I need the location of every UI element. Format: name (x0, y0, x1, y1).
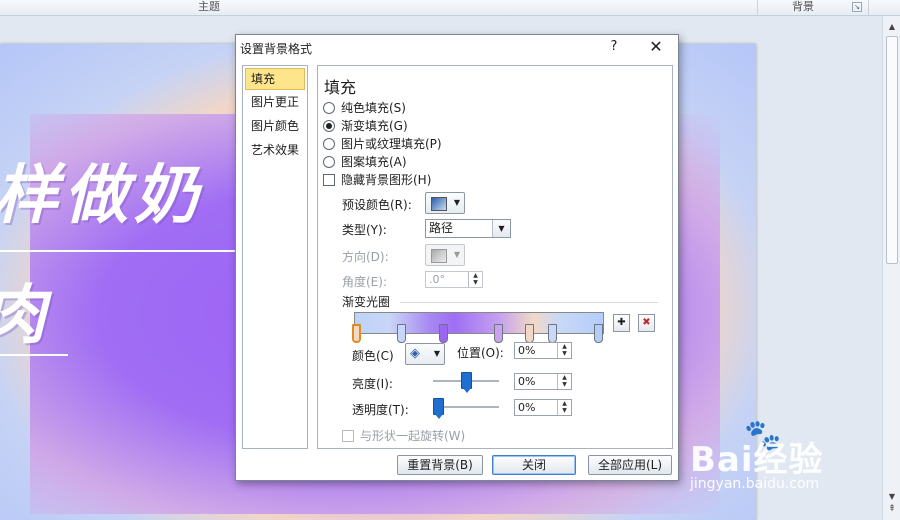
slide-title-line-1[interactable]: 样做奶 (0, 144, 204, 236)
brightness-slider-thumb[interactable] (460, 372, 472, 393)
angle-label: 角度(E): (342, 275, 387, 289)
chevron-down-icon: ▼ (492, 220, 510, 237)
radio-selected-icon (323, 120, 335, 132)
radio-icon (323, 156, 335, 168)
paint-bucket-icon: ◈ (410, 346, 420, 361)
close-button[interactable]: 关闭 (492, 455, 576, 475)
transparency-label: 透明度(T): (352, 403, 409, 417)
angle-spinner[interactable]: .0° ▲ ▼ (425, 271, 483, 288)
gradient-stops-bar[interactable] (354, 312, 604, 334)
gradient-swatch-icon (431, 197, 447, 211)
dialog-titlebar[interactable]: 设置背景格式 ? ✕ (236, 35, 678, 61)
gradient-stop[interactable] (439, 324, 448, 343)
slide-underline (0, 250, 240, 252)
gradient-stop[interactable] (548, 324, 557, 343)
radio-icon (323, 102, 335, 114)
ribbon-group-background: 背景 (792, 0, 814, 13)
position-value: 0% (518, 344, 536, 357)
brightness-spinner[interactable]: 0% ▲ ▼ (514, 373, 572, 390)
pattern-fill-radio[interactable]: 图案填充(A) (323, 154, 407, 170)
hide-background-checkbox[interactable]: 隐藏背景图形(H) (323, 172, 431, 188)
ribbon-group-theme: 主题 (198, 0, 220, 13)
solid-fill-label: 纯色填充(S) (341, 101, 406, 115)
gradient-fill-label: 渐变填充(G) (341, 119, 408, 133)
radio-icon (323, 138, 335, 150)
ribbon-strip: 主题 背景 ↘ (0, 0, 900, 16)
nav-item-picture-color[interactable]: 图片颜色 (243, 114, 307, 138)
type-select[interactable]: 路径 ▼ (425, 219, 511, 238)
position-spinner[interactable]: 0% ▲ ▼ (514, 342, 572, 359)
preset-colors-label: 预设颜色(R): (342, 198, 412, 212)
nav-item-artistic-effects[interactable]: 艺术效果 (243, 138, 307, 162)
gradient-stop[interactable] (594, 324, 603, 343)
ribbon-separator (757, 0, 758, 16)
type-value: 路径 (429, 221, 454, 235)
gradient-stop[interactable] (494, 324, 503, 343)
brightness-label: 亮度(I): (352, 377, 393, 391)
stop-color-dropdown[interactable]: ◈ ▼ (405, 343, 445, 365)
type-label: 类型(Y): (342, 223, 387, 237)
rotate-with-shape-checkbox[interactable]: 与形状一起旋转(W) (342, 428, 465, 444)
scroll-down-icon[interactable]: ▼ (883, 490, 900, 504)
pattern-fill-label: 图案填充(A) (341, 155, 407, 169)
spinner-arrows-icon[interactable]: ▲ ▼ (557, 400, 571, 415)
ribbon-separator (868, 0, 869, 16)
nav-item-picture-corrections[interactable]: 图片更正 (243, 90, 307, 114)
apply-to-all-button[interactable]: 全部应用(L) (588, 455, 672, 475)
gradient-stop-selected[interactable] (352, 324, 361, 343)
direction-label: 方向(D): (342, 250, 389, 264)
gradient-stop[interactable] (525, 324, 534, 343)
watermark-brand: Bai经验 (690, 440, 824, 480)
brightness-value: 0% (518, 375, 536, 388)
direction-dropdown[interactable]: ▼ (425, 244, 465, 266)
preset-colors-dropdown[interactable]: ▼ (425, 192, 465, 214)
remove-gradient-stop-icon[interactable]: ✖ (638, 314, 655, 332)
hide-background-label: 隐藏背景图形(H) (341, 173, 432, 187)
angle-value: .0° (429, 273, 445, 286)
checkbox-icon (323, 174, 335, 186)
prev-slide-icon[interactable]: ⇞ (883, 504, 900, 514)
transparency-value: 0% (518, 401, 536, 414)
spinner-arrows-icon[interactable]: ▲ ▼ (557, 343, 571, 358)
fill-heading: 填充 (324, 78, 357, 97)
baidu-jingyan-watermark: 🐾 Bai经验 jingyan.baidu.com (690, 418, 860, 504)
watermark-url: jingyan.baidu.com (690, 476, 820, 492)
chevron-down-icon: ▼ (453, 250, 460, 259)
reset-background-button[interactable]: 重置背景(B) (397, 455, 483, 475)
nav-item-fill[interactable]: 填充 (245, 68, 305, 90)
slide-title-line-2[interactable]: 肉 (0, 264, 46, 356)
close-icon[interactable]: ✕ (646, 37, 666, 56)
slide-underline (0, 354, 68, 356)
solid-fill-radio[interactable]: 纯色填充(S) (323, 100, 406, 116)
transparency-spinner[interactable]: 0% ▲ ▼ (514, 399, 572, 416)
gradient-stop[interactable] (397, 324, 406, 343)
chevron-down-icon: ▼ (433, 349, 440, 358)
spinner-arrows-icon[interactable]: ▲ ▼ (557, 374, 571, 389)
category-nav: 填充 图片更正 图片颜色 艺术效果 (242, 65, 308, 449)
dialog-launcher-icon[interactable]: ↘ (852, 2, 862, 12)
section-divider (400, 302, 658, 303)
spinner-arrows-icon[interactable]: ▲ ▼ (468, 272, 482, 287)
rotate-with-shape-label: 与形状一起旋转(W) (360, 429, 466, 443)
help-icon[interactable]: ? (606, 39, 622, 54)
direction-swatch-icon (431, 249, 447, 263)
add-gradient-stop-icon[interactable]: ✚ (613, 314, 630, 332)
picture-texture-fill-radio[interactable]: 图片或纹理填充(P) (323, 136, 442, 152)
format-background-dialog: 设置背景格式 ? ✕ 填充 图片更正 图片颜色 艺术效果 填充 纯色填充(S) … (235, 34, 679, 481)
scroll-thumb[interactable] (886, 36, 898, 264)
transparency-slider-thumb[interactable] (433, 398, 444, 419)
position-label: 位置(O): (457, 346, 504, 360)
color-label: 颜色(C) (352, 349, 394, 363)
checkbox-icon (342, 430, 354, 442)
gradient-stops-label: 渐变光圈 (342, 295, 391, 309)
vertical-scrollbar[interactable]: ▲ ▼ ⇞ (882, 16, 900, 520)
chevron-down-icon: ▼ (453, 198, 460, 207)
picture-texture-fill-label: 图片或纹理填充(P) (341, 137, 442, 151)
scroll-up-icon[interactable]: ▲ (883, 20, 900, 34)
dialog-title: 设置背景格式 (240, 42, 313, 56)
fill-panel: 填充 纯色填充(S) 渐变填充(G) 图片或纹理填充(P) 图案填充(A) 隐藏… (317, 65, 673, 449)
gradient-fill-radio[interactable]: 渐变填充(G) (323, 118, 408, 134)
